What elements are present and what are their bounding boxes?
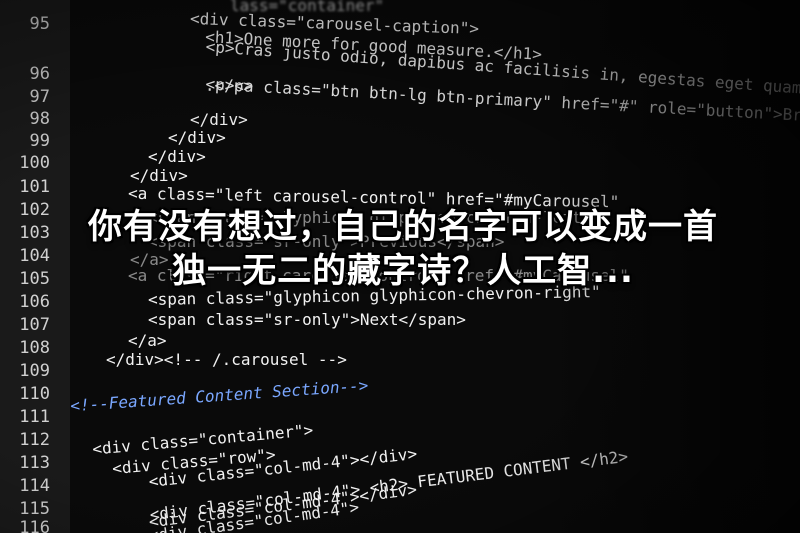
line-number: 113 bbox=[19, 453, 50, 473]
line-number: 116 bbox=[19, 518, 50, 533]
line-number: 104 bbox=[19, 246, 50, 266]
line-number: 109 bbox=[19, 361, 50, 381]
line-number: 98 bbox=[29, 109, 50, 129]
code-line: <span class="sr-only">Next</span> bbox=[148, 310, 466, 329]
line-number: 101 bbox=[19, 177, 50, 197]
line-number: 100 bbox=[19, 153, 50, 173]
code-line: </div> bbox=[130, 166, 188, 185]
line-number: 107 bbox=[19, 315, 50, 335]
line-number: 108 bbox=[19, 338, 50, 358]
line-number: 96 bbox=[29, 64, 50, 84]
code-line: </div> bbox=[148, 147, 206, 166]
line-number: 105 bbox=[19, 269, 50, 289]
line-number: 102 bbox=[19, 200, 50, 220]
line-number: 114 bbox=[19, 476, 50, 496]
line-number: 95 bbox=[29, 14, 50, 34]
code-line: </div><!-- /.carousel --> bbox=[106, 350, 347, 369]
code-line: </div> bbox=[168, 128, 226, 147]
line-number: 106 bbox=[19, 292, 50, 312]
line-number: 112 bbox=[19, 430, 50, 450]
line-number: 115 bbox=[19, 499, 50, 519]
line-number: 103 bbox=[19, 223, 50, 243]
line-number: 99 bbox=[29, 131, 50, 151]
line-number: 97 bbox=[29, 87, 50, 107]
line-number: 110 bbox=[19, 384, 50, 404]
line-number: 111 bbox=[19, 407, 50, 427]
headline-text: 你有没有想过，自己的名字可以变成一首独一无二的藏字诗？人工智... bbox=[88, 207, 718, 291]
code-line: </div> bbox=[190, 110, 248, 129]
code-line: </a> bbox=[128, 331, 167, 350]
code-comment: <!--Featured Content Section--> bbox=[69, 375, 369, 416]
article-cover-image: 95 96 97 98 99 100 101 102 103 104 105 1… bbox=[0, 0, 800, 533]
